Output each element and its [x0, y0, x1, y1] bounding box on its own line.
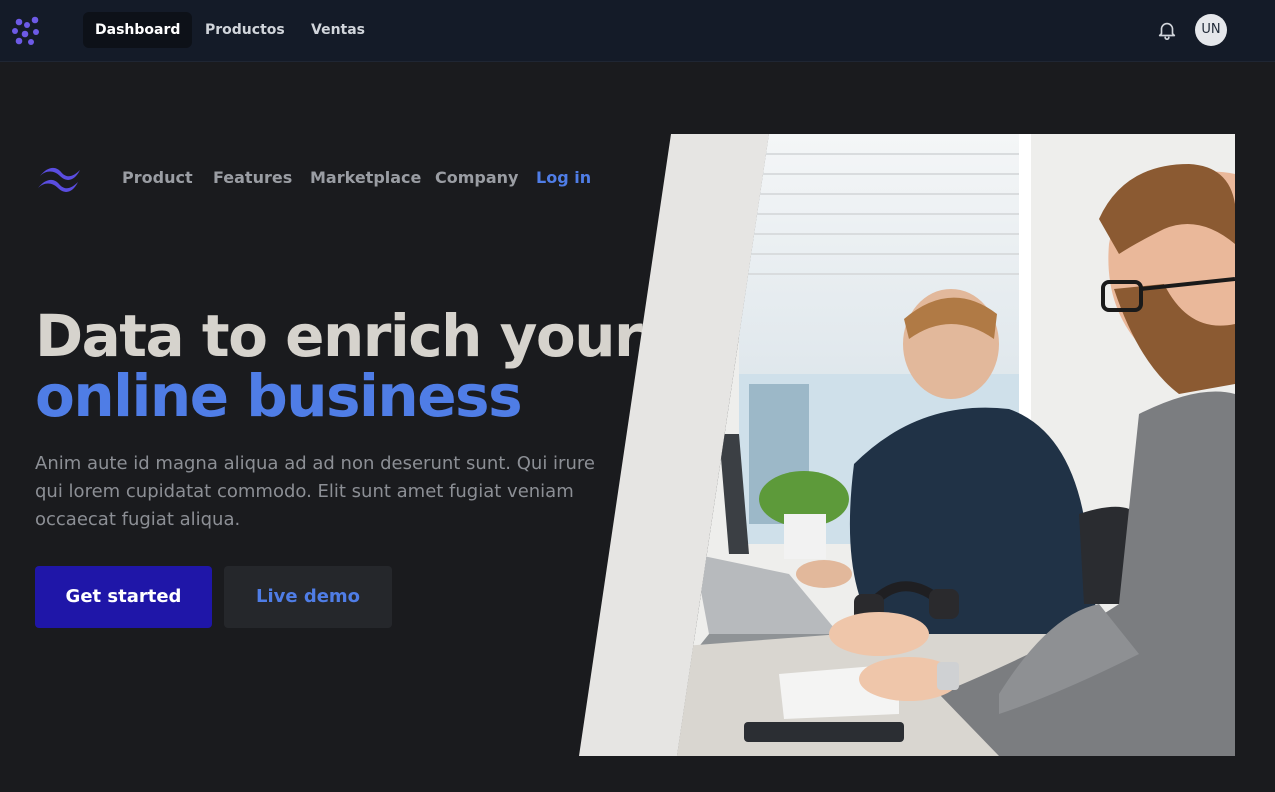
nav-marketplace-link[interactable]: Marketplace: [310, 168, 421, 187]
nav-features-link[interactable]: Features: [213, 168, 292, 187]
tab-ventas[interactable]: Ventas: [299, 12, 377, 48]
bell-icon[interactable]: [1156, 19, 1178, 41]
get-started-button[interactable]: Get started: [35, 566, 212, 628]
live-demo-button[interactable]: Live demo: [224, 566, 392, 628]
headline-line1: Data to enrich your: [35, 302, 643, 370]
top-navbar: Dashboard Productos Ventas UN: [0, 0, 1275, 62]
office-photo-image: [579, 134, 1235, 756]
tab-dashboard[interactable]: Dashboard: [83, 12, 193, 48]
nav-company-link[interactable]: Company: [435, 168, 518, 187]
avatar[interactable]: UN: [1195, 14, 1227, 46]
hero-description: Anim aute id magna aliqua ad ad non dese…: [35, 453, 595, 530]
dots-logo-icon[interactable]: [10, 14, 44, 48]
tab-productos[interactable]: Productos: [193, 12, 297, 48]
hero-headline: Data to enrich your online business: [35, 306, 643, 430]
waves-logo-icon[interactable]: [36, 164, 82, 192]
nav-product-link[interactable]: Product: [122, 168, 193, 187]
headline-line2: online business: [35, 362, 523, 430]
